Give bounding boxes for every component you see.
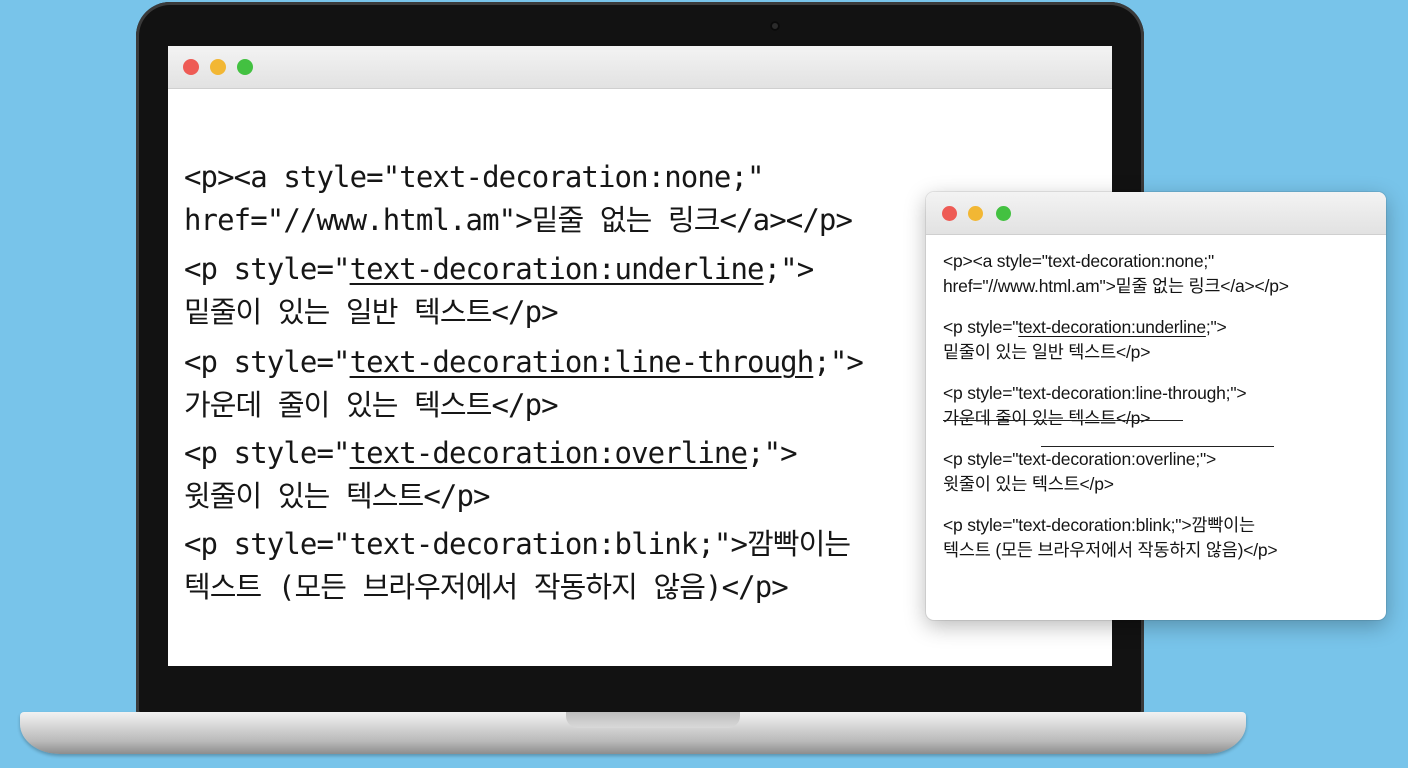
preview-text: 텍스트 (모든 브라우저에서 작동하지 않음)</p>	[943, 540, 1278, 560]
underlined-code-text: text-decoration:overline	[349, 436, 748, 470]
code-text: <p style="	[184, 345, 351, 379]
underlined-code-text: text-decoration:underline	[349, 252, 765, 286]
preview-line: <p style="text-decoration:underline;">	[943, 315, 1378, 340]
preview-text: href="//www.html.am">밑줄 없는 링크</a></p>	[943, 276, 1289, 296]
code-text: ;">	[763, 252, 815, 286]
close-window-icon[interactable]	[183, 59, 199, 75]
preview-text: ;">	[1205, 317, 1227, 337]
minimize-window-icon[interactable]	[968, 206, 983, 221]
preview-text: <p style="	[943, 317, 1019, 337]
preview-text: 윗줄이 있는 텍스트</p>	[943, 474, 1114, 494]
zoom-window-icon[interactable]	[237, 59, 253, 75]
code-text: <p style="	[184, 436, 351, 470]
preview-paragraph-underline: <p style="text-decoration:underline;"> 밑…	[943, 315, 1378, 365]
underlined-code-text: text-decoration:line-through	[349, 345, 815, 379]
preview-text: 밑줄이 있는 일반 텍스트</p>	[943, 342, 1151, 362]
code-text: 텍스트 (모든 브라우저에서 작동하지 않음)</p>	[184, 570, 789, 604]
code-text: <p><a style="text-decoration:none;"	[184, 160, 764, 194]
preview-text: <p style="text-decoration:line-through;"…	[943, 383, 1247, 403]
webcam-icon	[770, 21, 780, 31]
browser-preview-window: <p><a style="text-decoration:none;" href…	[926, 192, 1386, 620]
code-text: 밑줄이 있는 일반 텍스트</p>	[184, 295, 559, 329]
laptop-opening-notch	[566, 712, 740, 728]
preview-paragraph-no-decoration: <p><a style="text-decoration:none;" href…	[943, 249, 1378, 299]
code-text: 윗줄이 있는 텍스트</p>	[184, 479, 491, 513]
minimize-window-icon[interactable]	[210, 59, 226, 75]
preview-paragraph-blink: <p style="text-decoration:blink;">깜빡이는 텍…	[943, 513, 1378, 563]
laptop-base	[20, 712, 1246, 754]
code-text: ;">	[747, 436, 798, 470]
zoom-window-icon[interactable]	[996, 206, 1011, 221]
code-text: ;">	[813, 345, 864, 379]
code-text: href="//www.html.am">밑줄 없는 링크</a></p>	[184, 203, 853, 237]
browser-titlebar	[926, 192, 1386, 235]
editor-titlebar	[168, 46, 1112, 89]
code-text: <p style="text-decoration:blink;">깜빡이는	[184, 527, 851, 561]
preview-text: <p style="text-decoration:overline;">	[943, 449, 1217, 469]
underlined-preview-text: text-decoration:underline	[1018, 317, 1206, 337]
scene: <p><a style="text-decoration:none;" href…	[0, 0, 1408, 768]
code-text: 가운데 줄이 있는 텍스트</p>	[184, 388, 559, 422]
strikethrough-line	[943, 420, 1183, 421]
code-text: <p style="	[184, 252, 351, 286]
preview-text: 가운데 줄이 있는 텍스트</p>	[943, 408, 1151, 428]
preview-text: <p style="text-decoration:blink;">깜빡이는	[943, 515, 1255, 535]
preview-paragraph-line-through: <p style="text-decoration:line-through;"…	[943, 381, 1378, 431]
preview-paragraph-overline: <p style="text-decoration:overline;"> 윗줄…	[943, 447, 1378, 497]
preview-text: <p><a style="text-decoration:none;"	[943, 251, 1215, 271]
close-window-icon[interactable]	[942, 206, 957, 221]
